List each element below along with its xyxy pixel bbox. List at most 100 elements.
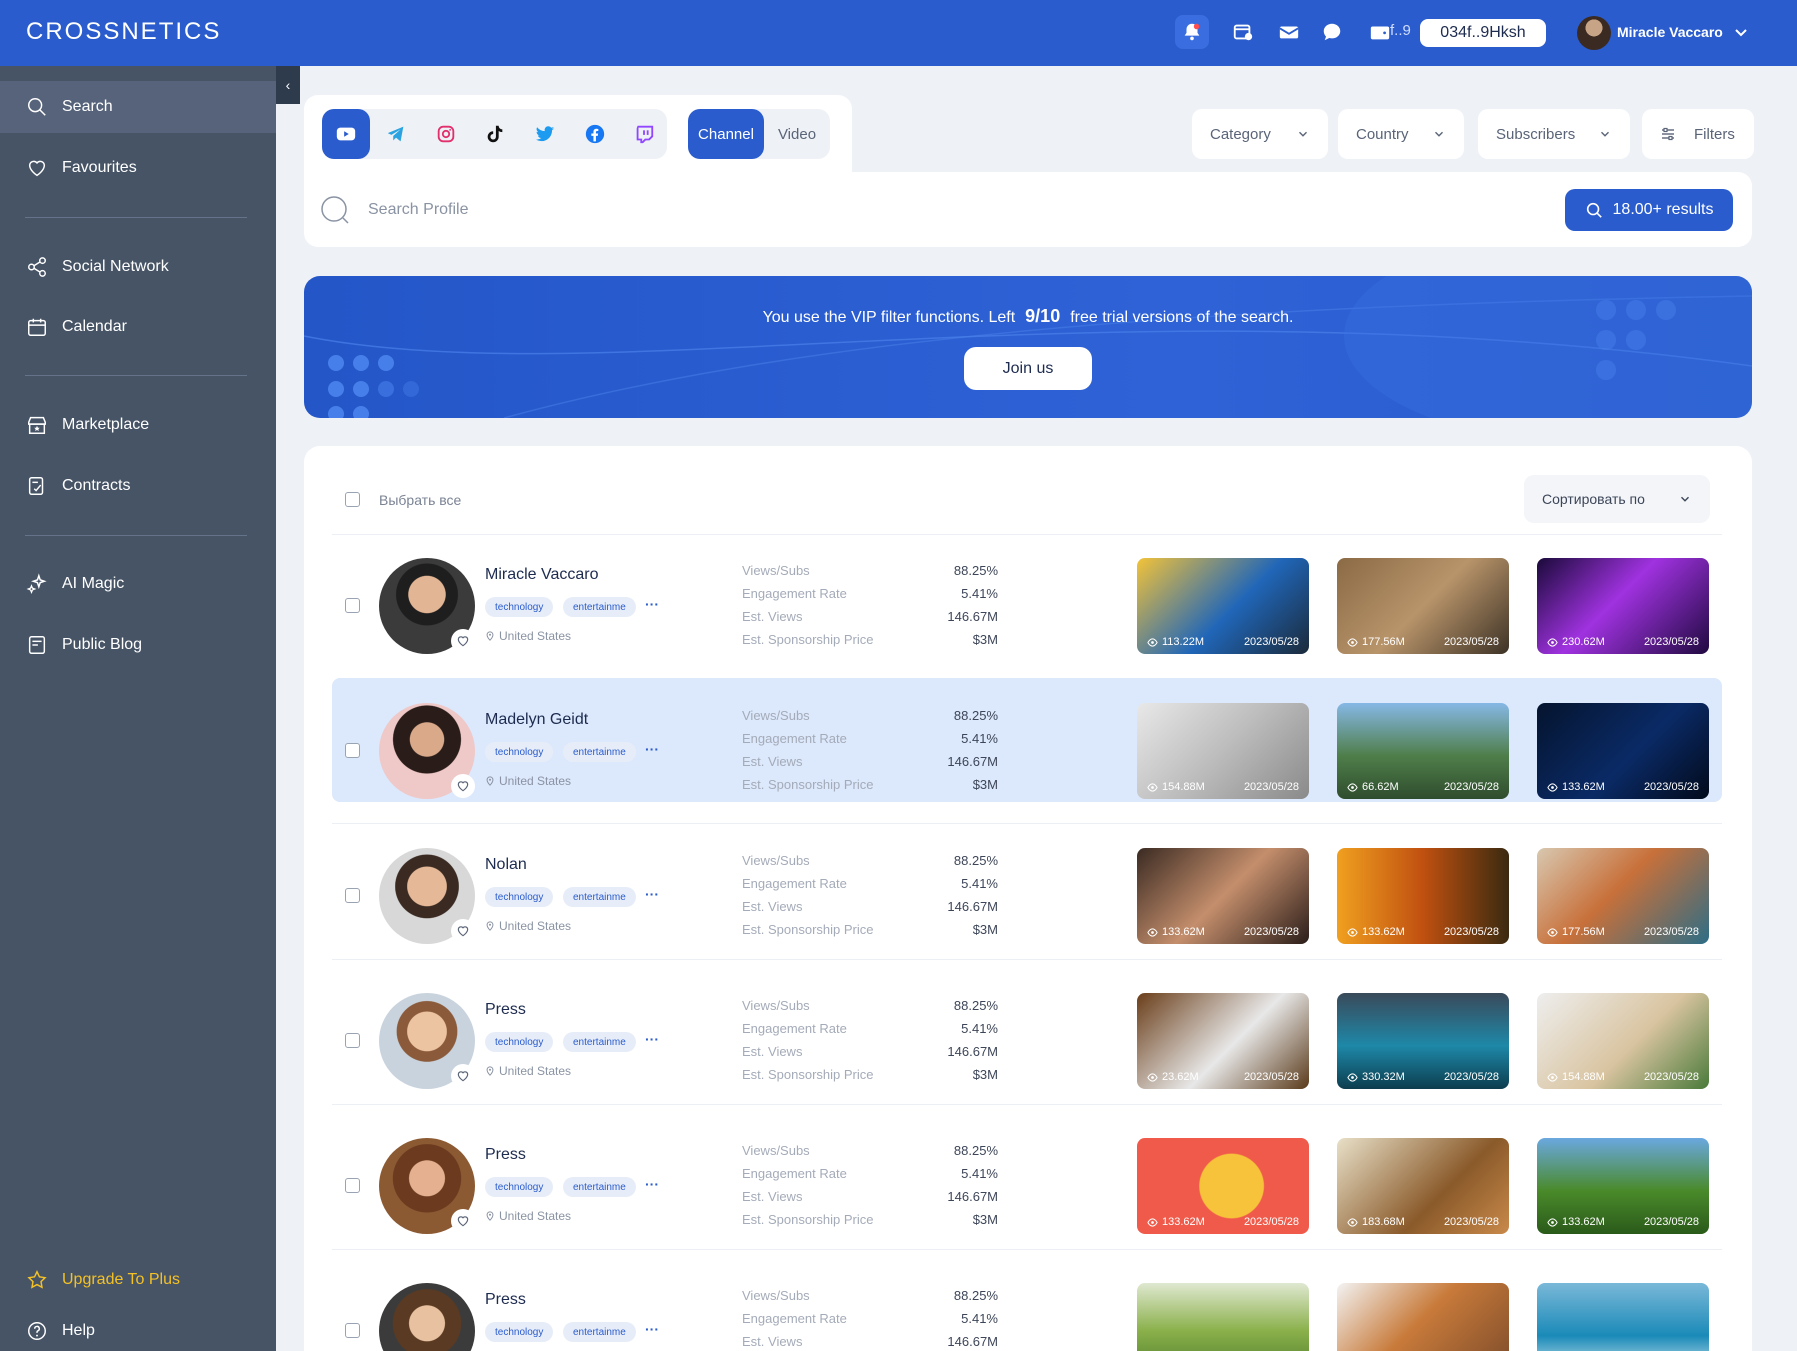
video-thumbnail[interactable]: 133.62M 2023/05/28	[1337, 848, 1509, 944]
video-thumbnail[interactable]: 113.22M 2023/05/28	[1137, 558, 1309, 654]
sidebar-item-help[interactable]: Help	[0, 1305, 276, 1351]
more-tags-button[interactable]: ···	[645, 1031, 659, 1047]
platform-tiktok[interactable]	[471, 109, 519, 159]
row-checkbox[interactable]	[345, 1323, 360, 1338]
profile-name[interactable]: Press	[485, 1001, 526, 1019]
video-views: 177.56M	[1562, 926, 1605, 938]
results-button[interactable]: 18.00+ results	[1565, 189, 1733, 231]
platform-twitter[interactable]	[521, 109, 569, 159]
divider	[332, 823, 1722, 824]
video-thumbnail[interactable]	[1337, 1283, 1509, 1351]
filters-button[interactable]: Filters	[1642, 109, 1754, 159]
video-thumbnail[interactable]	[1537, 1283, 1709, 1351]
category-dropdown[interactable]: Category	[1192, 109, 1328, 159]
sidebar-item-search[interactable]: Search	[0, 81, 276, 133]
profile-name[interactable]: Press	[485, 1291, 526, 1309]
tab-video[interactable]: Video	[766, 109, 828, 159]
tag-entertainment[interactable]: entertainme	[563, 1177, 636, 1197]
video-thumbnail[interactable]: 66.62M 2023/05/28	[1337, 703, 1509, 799]
favourite-button[interactable]	[451, 629, 475, 653]
more-tags-button[interactable]: ···	[645, 886, 659, 902]
tag-technology[interactable]: technology	[485, 742, 554, 762]
row-checkbox[interactable]	[345, 743, 360, 758]
video-thumbnail[interactable]: 230.62M 2023/05/28	[1537, 558, 1709, 654]
tag-entertainment[interactable]: entertainme	[563, 1322, 636, 1342]
platform-twitch[interactable]	[620, 109, 668, 159]
tab-channel[interactable]: Channel	[688, 109, 764, 159]
calendar-clock-icon[interactable]	[1226, 15, 1260, 49]
notification-bell-icon[interactable]	[1175, 15, 1209, 49]
video-thumbnail[interactable]: 133.62M 2023/05/28	[1537, 1138, 1709, 1234]
tag-technology[interactable]: technology	[485, 1322, 554, 1342]
video-thumbnail[interactable]: 177.56M 2023/05/28	[1537, 848, 1709, 944]
row-checkbox[interactable]	[345, 598, 360, 613]
tag-technology[interactable]: technology	[485, 887, 554, 907]
profile-name[interactable]: Madelyn Geidt	[485, 711, 588, 729]
sidebar-item-upgrade[interactable]: Upgrade To Plus	[0, 1254, 276, 1306]
tag-entertainment[interactable]: entertainme	[563, 1032, 636, 1052]
video-thumbnail[interactable]: 133.62M 2023/05/28	[1537, 703, 1709, 799]
video-thumbnail[interactable]: 133.62M 2023/05/28	[1137, 848, 1309, 944]
row-checkbox[interactable]	[345, 1178, 360, 1193]
user-avatar[interactable]	[1577, 16, 1611, 50]
video-thumbnail[interactable]	[1137, 1283, 1309, 1351]
more-tags-button[interactable]: ···	[645, 741, 659, 757]
tag-entertainment[interactable]: entertainme	[563, 887, 636, 907]
sidebar-item-ai-magic[interactable]: AI Magic	[0, 558, 276, 610]
app-logo[interactable]: CROSSNETICS	[26, 18, 221, 46]
country-dropdown[interactable]: Country	[1338, 109, 1464, 159]
tag-technology[interactable]: technology	[485, 1177, 554, 1197]
profile-name[interactable]: Miracle Vaccaro	[485, 566, 599, 584]
chevron-down-icon[interactable]	[1733, 24, 1749, 40]
mail-calendar-icon[interactable]	[1272, 15, 1306, 49]
stat-label: Engagement Rate	[742, 731, 847, 746]
video-thumbnail[interactable]: 154.88M 2023/05/28	[1137, 703, 1309, 799]
video-thumbnail[interactable]: 330.32M 2023/05/28	[1337, 993, 1509, 1089]
favourite-button[interactable]	[451, 774, 475, 798]
tag-technology[interactable]: technology	[485, 597, 554, 617]
sidebar-item-contracts[interactable]: Contracts	[0, 460, 276, 512]
tag-entertainment[interactable]: entertainme	[563, 597, 636, 617]
subscribers-dropdown[interactable]: Subscribers	[1478, 109, 1630, 159]
select-all-checkbox[interactable]	[345, 492, 360, 507]
upgrade-label: Upgrade To Plus	[62, 1271, 180, 1288]
sidebar-item-public-blog[interactable]: Public Blog	[0, 619, 276, 671]
sidebar-item-marketplace[interactable]: Marketplace	[0, 399, 276, 451]
sort-dropdown[interactable]: Сортировать по	[1524, 475, 1710, 523]
row-checkbox[interactable]	[345, 1033, 360, 1048]
tag-entertainment[interactable]: entertainme	[563, 742, 636, 762]
user-name[interactable]: Miracle Vaccaro	[1617, 24, 1723, 40]
more-tags-button[interactable]: ···	[645, 1176, 659, 1192]
favourite-button[interactable]	[451, 919, 475, 943]
more-tags-button[interactable]: ···	[645, 1321, 659, 1337]
search-input[interactable]	[368, 196, 1268, 224]
sidebar-item-favourites[interactable]: Favourites	[0, 142, 276, 194]
profile-name[interactable]: Press	[485, 1146, 526, 1164]
platform-youtube[interactable]	[322, 109, 370, 159]
platform-telegram[interactable]	[372, 109, 420, 159]
tag-technology[interactable]: technology	[485, 1032, 554, 1052]
sidebar-item-calendar[interactable]: Calendar	[0, 301, 276, 353]
more-tags-button[interactable]: ···	[645, 596, 659, 612]
video-thumbnail[interactable]: 133.62M 2023/05/28	[1137, 1138, 1309, 1234]
video-thumbnail[interactable]: 177.56M 2023/05/28	[1337, 558, 1509, 654]
platform-facebook[interactable]	[571, 109, 619, 159]
video-views: 66.62M	[1362, 781, 1399, 793]
video-thumbnail[interactable]: 23.62M 2023/05/28	[1137, 993, 1309, 1089]
chat-bubble-icon[interactable]	[1315, 15, 1349, 49]
top-bar: CROSSNETICS f..9 034f..9Hksh Miracle Vac…	[0, 0, 1797, 66]
row-checkbox[interactable]	[345, 888, 360, 903]
video-thumbnail[interactable]: 154.88M 2023/05/28	[1537, 993, 1709, 1089]
profile-name[interactable]: Nolan	[485, 856, 527, 874]
join-us-button[interactable]: Join us	[964, 347, 1092, 390]
stat-label: Est. Views	[742, 899, 803, 914]
sidebar-collapse-button[interactable]: ‹	[276, 66, 300, 104]
wallet-address[interactable]: 034f..9Hksh	[1420, 19, 1546, 47]
video-thumbnail[interactable]: 183.68M 2023/05/28	[1337, 1138, 1509, 1234]
video-meta: 177.56M 2023/05/28	[1337, 636, 1509, 648]
platform-instagram[interactable]	[422, 109, 470, 159]
sidebar-item-social-network[interactable]: Social Network	[0, 241, 276, 293]
favourite-button[interactable]	[451, 1209, 475, 1233]
favourite-button[interactable]	[451, 1064, 475, 1088]
sidebar-item-label: Favourites	[62, 159, 137, 176]
